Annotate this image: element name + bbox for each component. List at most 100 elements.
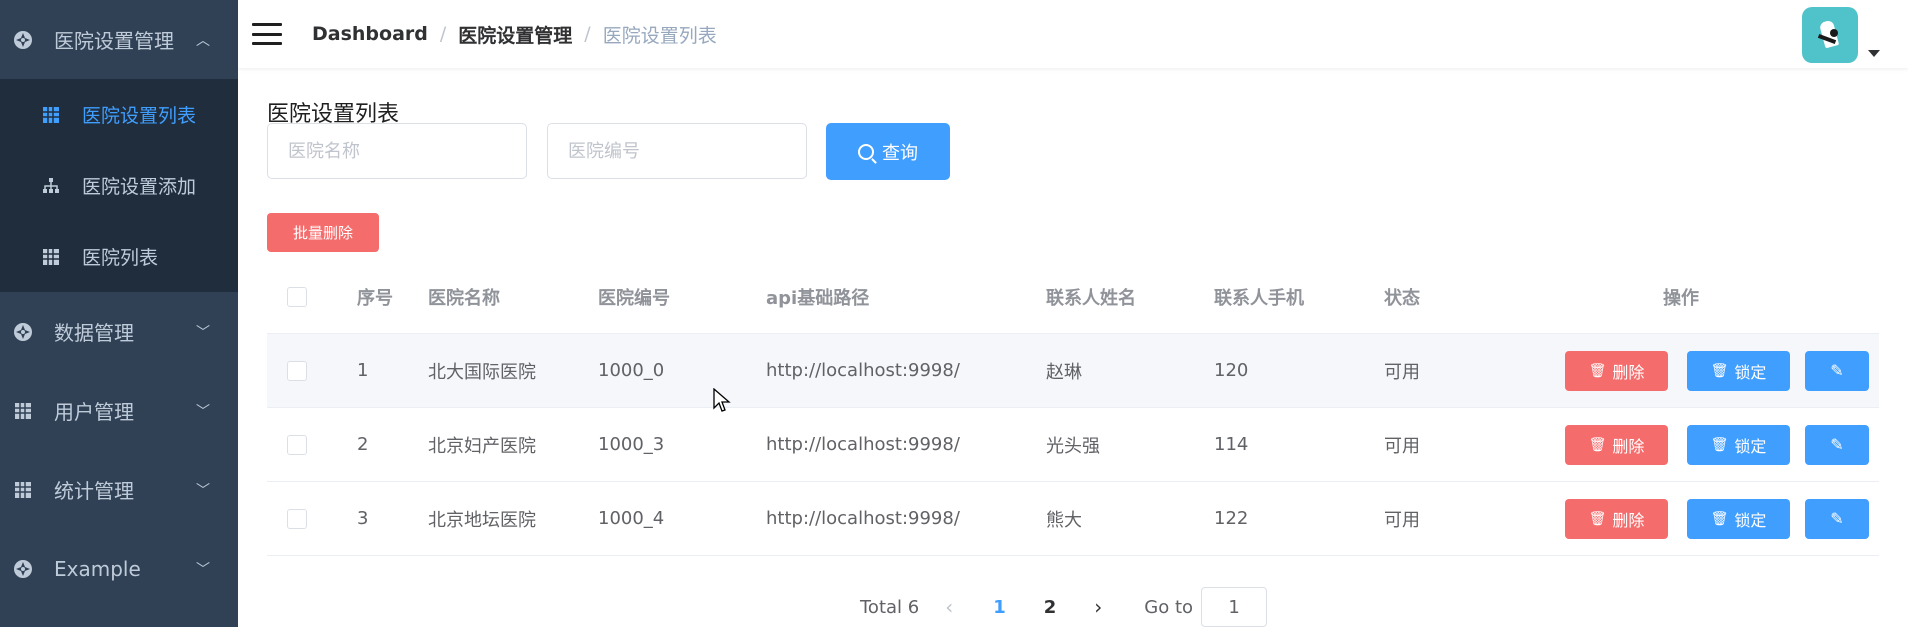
delete-button[interactable]: 🗑 删除 (1565, 498, 1668, 539)
menu-label: 数据管理 (54, 321, 134, 345)
cell-code: 1000_4 (598, 508, 665, 529)
breadcrumb-separator: / (584, 23, 591, 45)
cell-code: 1000_3 (598, 434, 665, 455)
trash-icon: 🗑 (1710, 510, 1729, 526)
trash-icon: 🗑 (1588, 436, 1607, 452)
menu-label: 医院设置管理 (54, 29, 174, 53)
table-row: 1 北大国际医院 1000_0 http://localhost:9998/ 赵… (267, 334, 1879, 408)
header-name: 医院名称 (428, 287, 500, 309)
edit-icon: ✎ (1830, 510, 1844, 528)
trash-icon: 🗑 (1588, 510, 1607, 526)
edit-icon: ✎ (1830, 436, 1844, 454)
select-all-checkbox[interactable] (287, 286, 307, 307)
trash-icon: 🗑 (1588, 362, 1607, 378)
query-button[interactable]: 查询 (826, 123, 950, 180)
table-row: 2 北京妇产医院 1000_3 http://localhost:9998/ 光… (267, 408, 1879, 482)
pagination-total: Total 6 (860, 596, 920, 618)
menu-label: Example (54, 556, 141, 581)
cell-phone: 122 (1214, 508, 1249, 529)
cell-contact: 熊大 (1046, 509, 1082, 531)
row-checkbox[interactable] (287, 434, 307, 455)
batch-delete-button[interactable]: 批量删除 (267, 213, 379, 252)
lock-button[interactable]: 🗑 锁定 (1687, 424, 1790, 465)
delete-button[interactable]: 🗑 删除 (1565, 350, 1668, 391)
submenu-hospital-settings: 医院设置列表 医院设置添加 医院列表 (0, 79, 238, 292)
header-contact: 联系人姓名 (1046, 287, 1136, 309)
cell-name: 北京地坛医院 (428, 509, 536, 531)
chevron-left-icon[interactable]: ‹ (945, 595, 953, 619)
sidebar-item-label: 医院设置添加 (82, 176, 197, 198)
trash-icon: 🗑 (1710, 436, 1729, 452)
header-status: 状态 (1384, 287, 1420, 309)
edit-button[interactable]: ✎ (1805, 424, 1869, 465)
hamburger-menu-icon[interactable] (252, 23, 282, 45)
table-icon (12, 400, 34, 422)
header-api: api基础路径 (766, 287, 870, 309)
trash-icon: 🗑 (1710, 362, 1729, 378)
settings-gear-icon (12, 29, 34, 51)
menu-data-management[interactable]: 数据管理 ﹀ (0, 292, 238, 371)
menu-example[interactable]: Example ﹀ (0, 529, 238, 608)
cell-name: 北大国际医院 (428, 361, 536, 383)
caret-down-icon[interactable] (1868, 50, 1880, 57)
cell-index: 2 (357, 434, 369, 455)
query-label: 查询 (882, 142, 918, 163)
goto-page-input[interactable] (1201, 587, 1268, 627)
cell-api: http://localhost:9998/ (766, 508, 960, 529)
cell-code: 1000_0 (598, 360, 665, 381)
cell-contact: 光头强 (1046, 435, 1100, 457)
lock-label: 锁定 (1734, 364, 1767, 382)
table-icon (40, 106, 62, 124)
hospital-name-input[interactable] (267, 123, 527, 179)
goto-label: Go to (1144, 596, 1194, 618)
row-checkbox[interactable] (287, 508, 307, 529)
cell-index: 3 (357, 508, 369, 529)
edit-button[interactable]: ✎ (1805, 498, 1869, 539)
table-row: 3 北京地坛医院 1000_4 http://localhost:9998/ 熊… (267, 482, 1879, 556)
cell-status: 可用 (1384, 509, 1420, 531)
hospital-settings-table: 序号 医院名称 医院编号 api基础路径 联系人姓名 联系人手机 状态 操作 1… (267, 260, 1879, 556)
menu-user-management[interactable]: 用户管理 ﹀ (0, 371, 238, 450)
menu-statistics-management[interactable]: 统计管理 ﹀ (0, 450, 238, 529)
sidebar-item-label: 医院设置列表 (82, 105, 197, 127)
delete-button[interactable]: 🗑 删除 (1565, 424, 1668, 465)
header-phone: 联系人手机 (1214, 287, 1304, 309)
user-menu[interactable] (1802, 7, 1880, 63)
sidebar-item-hospital-list[interactable]: 医院列表 (0, 221, 238, 292)
menu-label: 统计管理 (54, 479, 134, 503)
lock-label: 锁定 (1734, 438, 1767, 456)
table-icon (40, 248, 62, 266)
page-2-button[interactable]: 2 (1044, 597, 1057, 618)
app-root: 医院设置管理 ︿ 医院设置列表 医院设置添加 医院列表 数据管理 ﹀ 用户管理 … (0, 0, 1908, 627)
search-icon (858, 143, 874, 160)
menu-hospital-settings[interactable]: 医院设置管理 ︿ (0, 0, 238, 79)
chevron-up-icon: ︿ (196, 32, 210, 49)
page-1-button[interactable]: 1 (993, 597, 1006, 618)
tree-icon (40, 177, 62, 195)
chevron-down-icon: ﹀ (196, 561, 210, 578)
pagination-goto: Go to (1144, 587, 1268, 627)
breadcrumb-hospital-settings[interactable]: 医院设置管理 (458, 21, 572, 48)
sidebar-item-hospital-settings-add[interactable]: 医院设置添加 (0, 150, 238, 221)
table-header: 序号 医院名称 医院编号 api基础路径 联系人姓名 联系人手机 状态 操作 (267, 260, 1879, 334)
navbar: Dashboard / 医院设置管理 / 医院设置列表 (238, 0, 1908, 68)
row-checkbox[interactable] (287, 360, 307, 381)
lock-button[interactable]: 🗑 锁定 (1687, 350, 1790, 391)
avatar[interactable] (1802, 7, 1858, 63)
cell-contact: 赵琳 (1046, 361, 1082, 383)
cell-api: http://localhost:9998/ (766, 360, 960, 381)
edit-button[interactable]: ✎ (1805, 350, 1869, 391)
cell-api: http://localhost:9998/ (766, 434, 960, 455)
breadcrumb-dashboard[interactable]: Dashboard (312, 23, 428, 45)
edit-icon: ✎ (1830, 362, 1844, 380)
lock-label: 锁定 (1734, 512, 1767, 530)
sidebar-item-hospital-settings-list[interactable]: 医院设置列表 (0, 79, 238, 150)
lock-button[interactable]: 🗑 锁定 (1687, 498, 1790, 539)
delete-label: 删除 (1612, 364, 1645, 382)
chevron-down-icon: ﹀ (196, 482, 210, 499)
hospital-code-input[interactable] (547, 123, 807, 179)
chevron-right-icon[interactable]: › (1094, 595, 1102, 619)
cell-name: 北京妇产医院 (428, 435, 536, 457)
table-icon (12, 479, 34, 501)
cell-status: 可用 (1384, 361, 1420, 383)
